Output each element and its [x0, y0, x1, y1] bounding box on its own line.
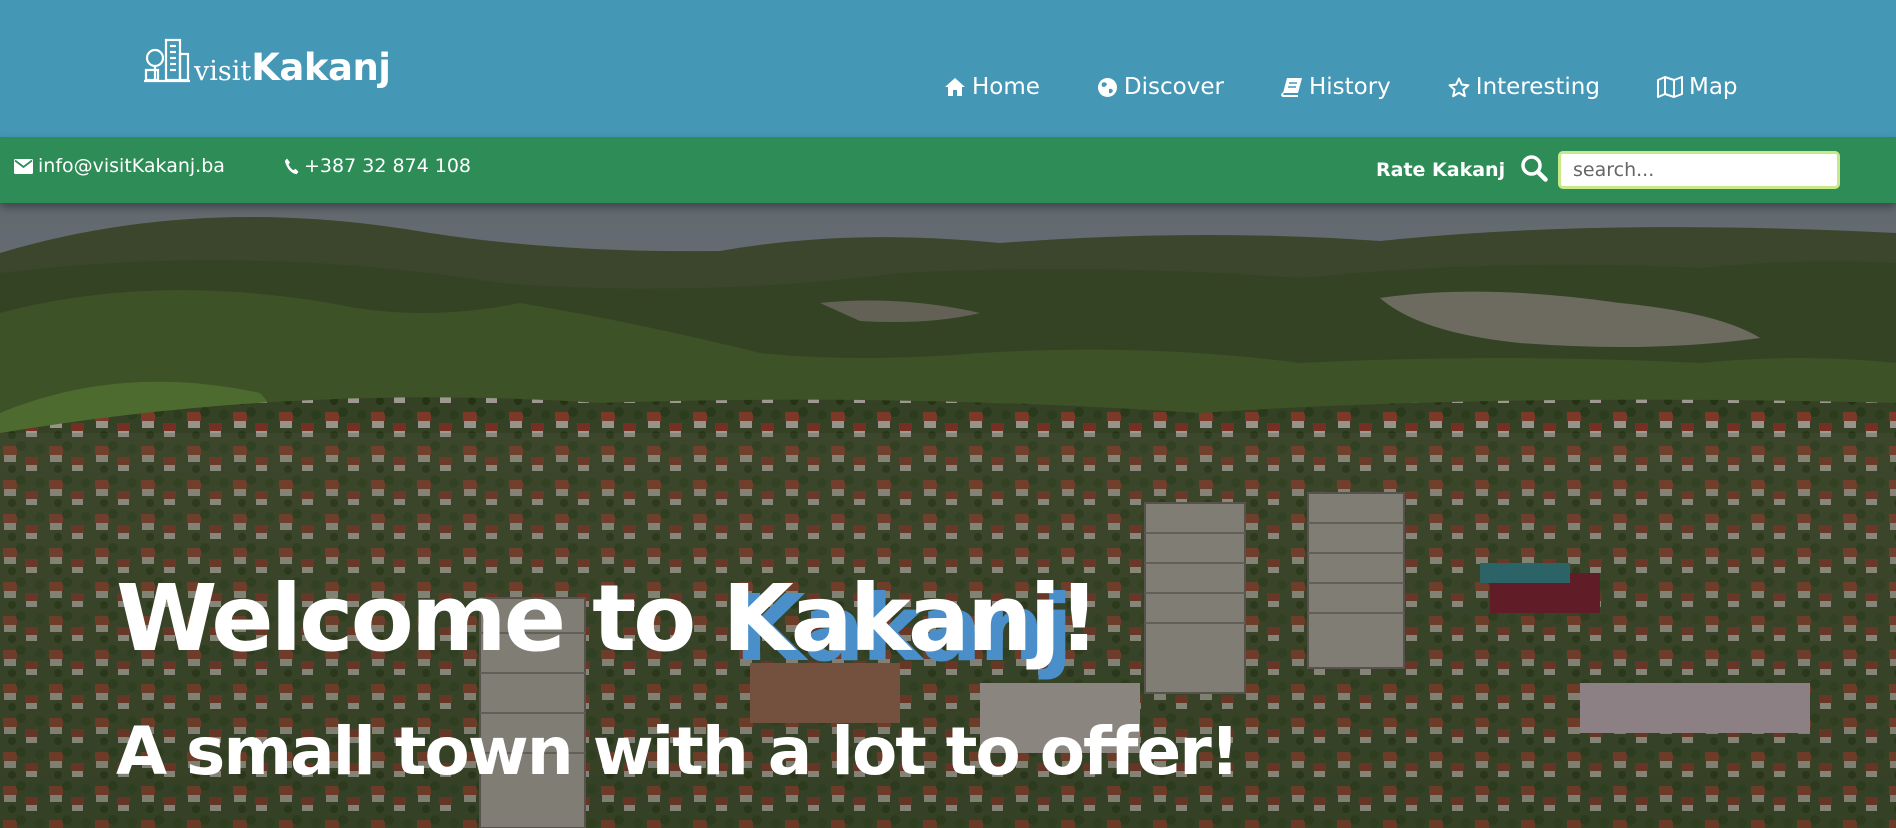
hero-title: Welcome to Kakanj!: [116, 573, 1100, 665]
nav-label-history: History: [1308, 74, 1391, 100]
home-icon: [944, 77, 966, 97]
star-icon: [1448, 77, 1470, 98]
contact-phone-text: +387 32 874 108: [304, 155, 472, 177]
book-icon: [1281, 77, 1303, 97]
globe-icon: [1097, 77, 1118, 98]
main-nav: Home Discover History Interesting Map: [944, 74, 1738, 100]
logo-text: visitKakanj: [194, 46, 391, 89]
nav-item-history[interactable]: History: [1281, 74, 1391, 100]
city-logo-icon: [144, 38, 190, 83]
hero-section: Welcome to Kakanj! A small town with a l…: [0, 203, 1896, 828]
contact-phone[interactable]: +387 32 874 108: [284, 155, 471, 177]
nav-item-home[interactable]: Home: [944, 74, 1040, 100]
search-icon: [1521, 155, 1548, 182]
hero-title-accent: Kakanj: [722, 565, 1061, 672]
site-header: visitKakanj Home Discover History Intere…: [0, 0, 1896, 137]
nav-label-map: Map: [1688, 74, 1738, 100]
contact-email-text: info@visitKakanj.ba: [38, 155, 225, 177]
rate-kakanj-link[interactable]: Rate Kakanj: [1376, 159, 1505, 181]
logo-town-name: Kakanj: [251, 46, 391, 89]
hero-title-prefix: Welcome to: [116, 565, 723, 672]
nav-item-discover[interactable]: Discover: [1097, 74, 1224, 100]
phone-icon: [284, 158, 299, 175]
map-icon: [1656, 76, 1683, 98]
hero-subtitle: A small town with a lot to offer!: [116, 713, 1240, 790]
hero-title-suffix: !: [1058, 565, 1100, 672]
site-logo[interactable]: visitKakanj: [144, 36, 391, 89]
contact-email[interactable]: info@visitKakanj.ba: [14, 155, 225, 177]
nav-label-interesting: Interesting: [1475, 74, 1600, 100]
nav-label-discover: Discover: [1123, 74, 1224, 100]
search-input[interactable]: [1558, 151, 1840, 189]
search-button[interactable]: [1520, 154, 1548, 186]
nav-item-map[interactable]: Map: [1656, 74, 1738, 100]
contact-bar: info@visitKakanj.ba +387 32 874 108 Rate…: [0, 137, 1896, 203]
nav-label-home: Home: [972, 74, 1040, 100]
envelope-icon: [14, 158, 33, 174]
logo-prefix: visit: [194, 56, 252, 87]
nav-item-interesting[interactable]: Interesting: [1448, 74, 1600, 100]
